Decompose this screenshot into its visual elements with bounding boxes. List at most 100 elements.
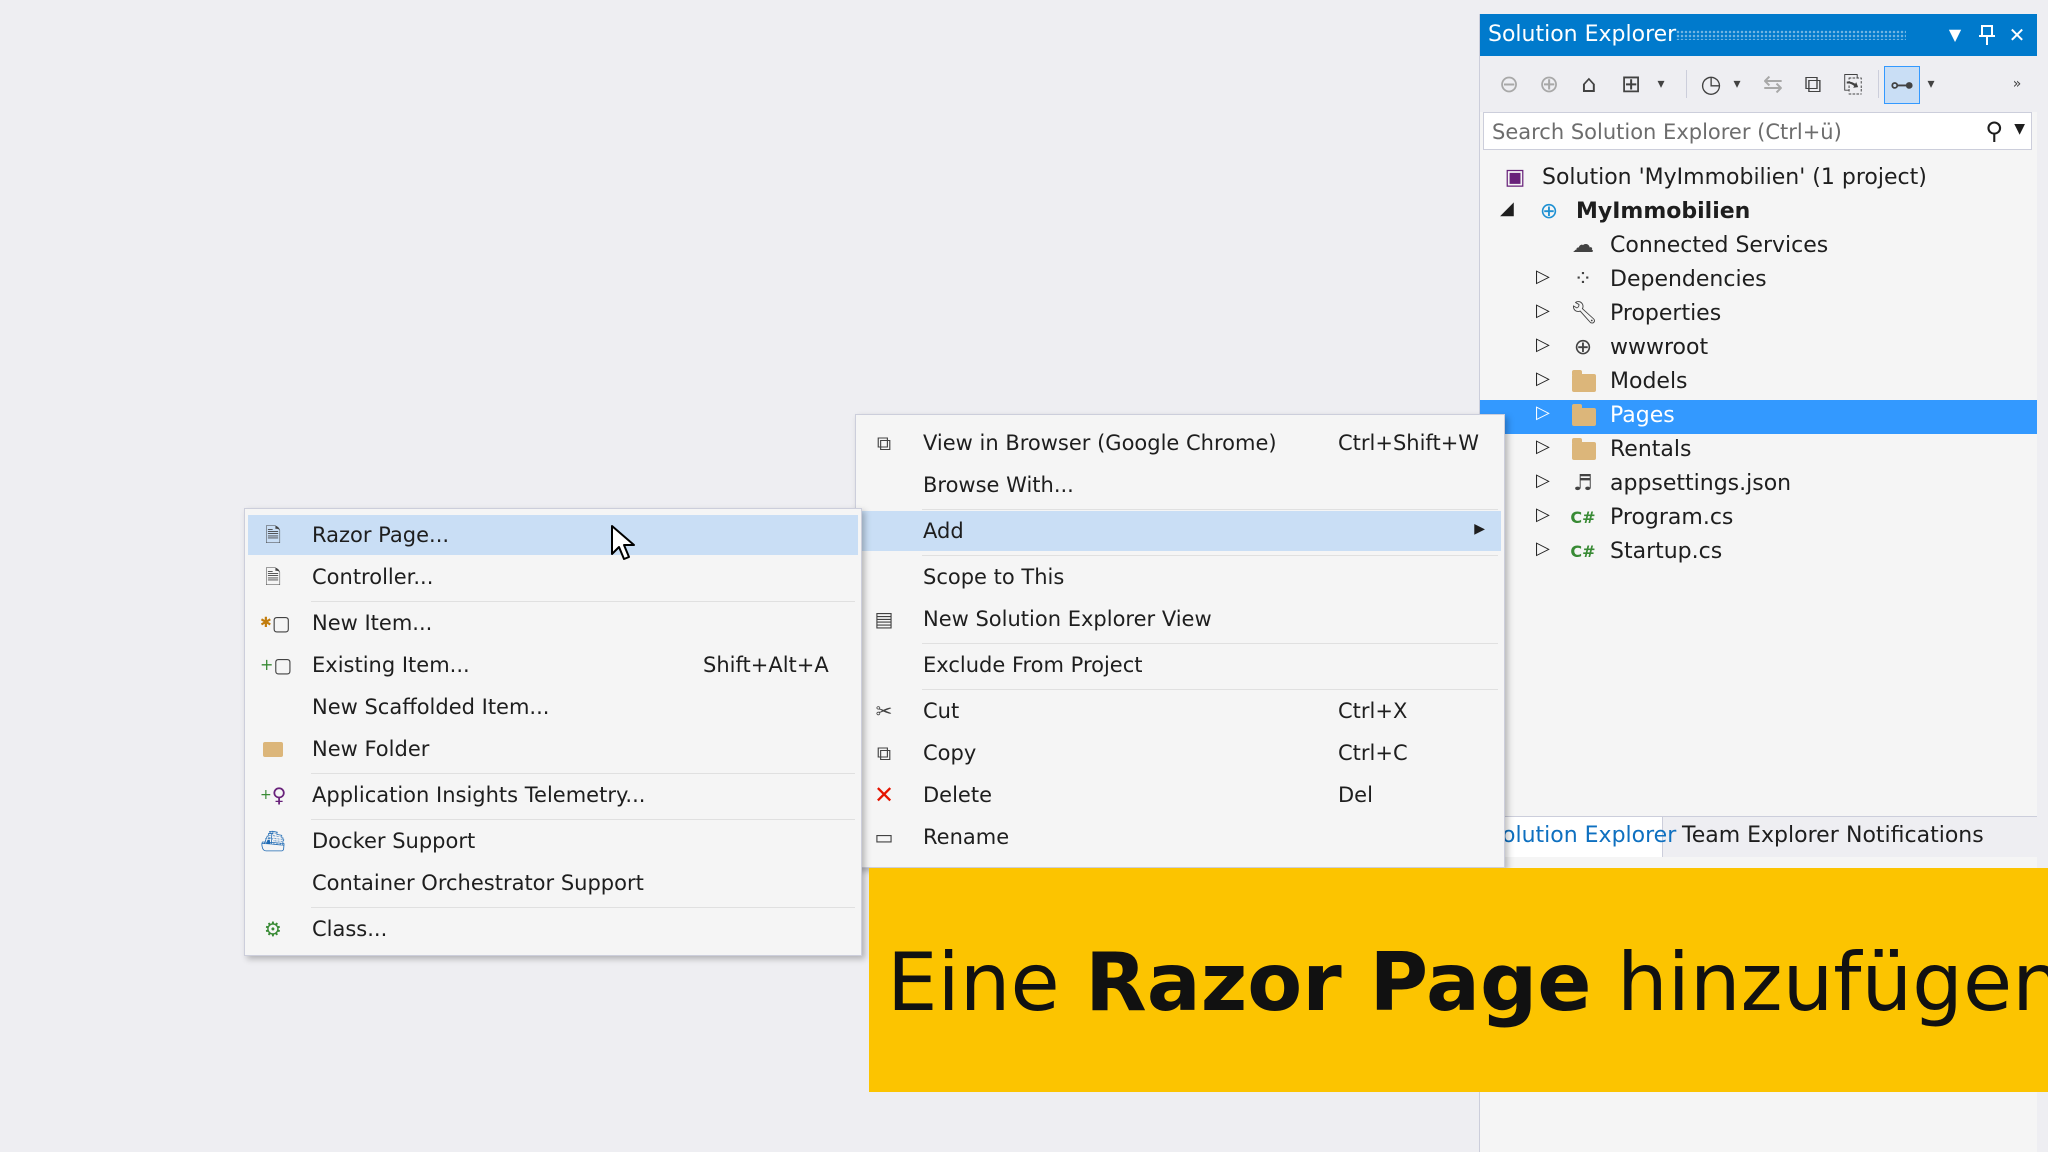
sync-icon[interactable]: ⇆ bbox=[1756, 66, 1790, 102]
menu-item-new-folder[interactable]: New Folder bbox=[248, 729, 858, 769]
menu-item-label: Class... bbox=[312, 917, 388, 941]
menu-item-label: Docker Support bbox=[312, 829, 476, 853]
collapsed-arrow-icon[interactable]: ▷ bbox=[1536, 470, 1550, 491]
docker-icon: ⛴ bbox=[260, 829, 286, 853]
menu-item-scope-to-this[interactable]: Scope to This bbox=[859, 557, 1501, 597]
home-icon[interactable]: ⌂ bbox=[1572, 66, 1606, 102]
tree-item-label: wwwroot bbox=[1610, 335, 1709, 360]
collapsed-arrow-icon[interactable]: ▷ bbox=[1536, 538, 1550, 559]
context-menu: ⧉ View in Browser (Google Chrome) Ctrl+S… bbox=[855, 414, 1505, 868]
search-icon[interactable]: ⚲ bbox=[1985, 117, 2003, 145]
menu-item-shortcut: Ctrl+X bbox=[1338, 699, 1408, 723]
tree-item-properties[interactable]: ▷ 🔧︎ Properties bbox=[1480, 298, 2037, 332]
filter-dropdown-icon[interactable]: ▾ bbox=[1720, 66, 1754, 102]
menu-item-container-orchestrator-support[interactable]: Container Orchestrator Support bbox=[248, 863, 858, 903]
menu-item-add[interactable]: Add ▶ bbox=[859, 511, 1501, 551]
solution-icon: ▣ bbox=[1504, 165, 1526, 190]
menu-item-shortcut: Del bbox=[1338, 783, 1373, 807]
tree-item-label: Models bbox=[1610, 369, 1688, 394]
back-icon[interactable]: ⊖ bbox=[1492, 66, 1526, 102]
new-item-icon: ✱▢ bbox=[260, 611, 291, 635]
caption-text: Eine Razor Page hinzufügen bbox=[887, 936, 2048, 1029]
tab-team-explorer[interactable]: Team Explorer bbox=[1682, 823, 1839, 848]
folder-icon bbox=[1572, 438, 1596, 460]
existing-item-icon: +▢ bbox=[260, 653, 293, 677]
browser-view-icon: ⧉ bbox=[876, 431, 892, 455]
menu-item-application-insights[interactable]: +♀ Application Insights Telemetry... bbox=[248, 775, 858, 815]
folder-icon bbox=[1572, 404, 1596, 426]
overflow-icon[interactable]: » bbox=[2000, 66, 2034, 102]
menu-item-label: Application Insights Telemetry... bbox=[312, 783, 646, 807]
menu-item-shortcut: Ctrl+Shift+W bbox=[1338, 431, 1480, 455]
submenu-arrow-icon: ▶ bbox=[1474, 521, 1485, 537]
tab-notifications[interactable]: Notifications bbox=[1846, 823, 1984, 848]
search-box[interactable]: Search Solution Explorer (Ctrl+ü) ⚲ ▼ bbox=[1483, 112, 2032, 150]
tree-item-project[interactable]: ◢ ⊕ MyImmobilien bbox=[1480, 196, 2037, 230]
tree-item-appsettings[interactable]: ▷ ♬ appsettings.json bbox=[1480, 468, 2037, 502]
menu-item-copy[interactable]: ⧉ Copy Ctrl+C bbox=[859, 733, 1501, 773]
collapsed-arrow-icon[interactable]: ▷ bbox=[1536, 436, 1550, 457]
collapsed-arrow-icon[interactable]: ▷ bbox=[1536, 334, 1550, 355]
menu-item-rename[interactable]: ▭ Rename bbox=[859, 817, 1501, 857]
web-project-icon: ⊕ bbox=[1539, 199, 1559, 224]
tree-item-label: Startup.cs bbox=[1610, 539, 1723, 564]
tree-item-wwwroot[interactable]: ▷ ⊕ wwwroot bbox=[1480, 332, 2037, 366]
collapsed-arrow-icon[interactable]: ▷ bbox=[1536, 368, 1550, 389]
collapsed-arrow-icon[interactable]: ▷ bbox=[1536, 300, 1550, 321]
menu-item-existing-item[interactable]: +▢ Existing Item... Shift+Alt+A bbox=[248, 645, 858, 685]
title-grip[interactable] bbox=[1676, 30, 1906, 40]
tree-item-program-cs[interactable]: ▷ C# Program.cs bbox=[1480, 502, 2037, 536]
menu-item-class[interactable]: ⚙ Class... bbox=[248, 909, 858, 949]
menu-item-new-solution-explorer-view[interactable]: ▤ New Solution Explorer View bbox=[859, 599, 1501, 639]
caption-banner: Eine Razor Page hinzufügen bbox=[869, 868, 2048, 1092]
tab-solution-explorer[interactable]: olution Explorer bbox=[1502, 823, 1676, 848]
json-file-icon: ♬ bbox=[1573, 471, 1593, 496]
razor-page-icon: 🗎︎ bbox=[264, 523, 282, 547]
copy-icon: ⧉ bbox=[876, 741, 892, 765]
menu-item-new-item[interactable]: ✱▢ New Item... bbox=[248, 603, 858, 643]
search-options-dropdown-icon[interactable]: ▼ bbox=[2014, 121, 2025, 137]
tree-item-startup-cs[interactable]: ▷ C# Startup.cs bbox=[1480, 536, 2037, 570]
tree-item-connected-services[interactable]: ☁ Connected Services bbox=[1480, 230, 2037, 264]
pin-icon[interactable] bbox=[1974, 20, 2000, 50]
collapsed-arrow-icon[interactable]: ▷ bbox=[1536, 402, 1550, 423]
menu-item-razor-page[interactable]: 🗎︎ Razor Page... bbox=[248, 515, 858, 555]
menu-item-docker-support[interactable]: ⛴ Docker Support bbox=[248, 821, 858, 861]
menu-item-view-in-browser[interactable]: ⧉ View in Browser (Google Chrome) Ctrl+S… bbox=[859, 423, 1501, 463]
window-position-dropdown-icon[interactable]: ▼ bbox=[1942, 20, 1968, 50]
preview-dropdown-icon[interactable]: ▾ bbox=[1914, 66, 1948, 102]
solution-explorer-titlebar[interactable]: Solution Explorer ▼ ✕ bbox=[1480, 14, 2037, 56]
menu-item-label: New Scaffolded Item... bbox=[312, 695, 550, 719]
menu-item-new-scaffolded-item[interactable]: New Scaffolded Item... bbox=[248, 687, 858, 727]
tree-item-pages[interactable]: ▷ Pages bbox=[1480, 400, 2037, 434]
switch-views-dropdown-icon[interactable]: ▾ bbox=[1644, 66, 1678, 102]
menu-item-label: Rename bbox=[923, 825, 1010, 849]
globe-icon: ⊕ bbox=[1573, 335, 1593, 360]
csharp-file-icon: C# bbox=[1570, 542, 1596, 561]
collapsed-arrow-icon[interactable]: ▷ bbox=[1536, 266, 1550, 287]
tree-item-label: Properties bbox=[1610, 301, 1722, 326]
show-all-files-icon[interactable]: ⎘ bbox=[1836, 66, 1870, 102]
menu-item-label: Cut bbox=[923, 699, 960, 723]
search-input[interactable]: Search Solution Explorer (Ctrl+ü) bbox=[1492, 120, 1842, 144]
forward-icon[interactable]: ⊕ bbox=[1532, 66, 1566, 102]
add-submenu: 🗎︎ Razor Page... 🗎︎ Controller... ✱▢ New… bbox=[244, 508, 862, 956]
menu-item-delete[interactable]: ✕ Delete Del bbox=[859, 775, 1501, 815]
expanded-arrow-icon[interactable]: ◢ bbox=[1500, 198, 1514, 219]
menu-item-browse-with[interactable]: Browse With... bbox=[859, 465, 1501, 505]
tree-item-solution[interactable]: ▣ Solution 'MyImmobilien' (1 project) bbox=[1480, 162, 2037, 196]
close-icon[interactable]: ✕ bbox=[2004, 20, 2030, 50]
menu-item-label: View in Browser (Google Chrome) bbox=[923, 431, 1277, 455]
menu-item-exclude-from-project[interactable]: Exclude From Project bbox=[859, 645, 1501, 685]
collapsed-arrow-icon[interactable]: ▷ bbox=[1536, 504, 1550, 525]
collapse-all-icon[interactable]: ⧉ bbox=[1796, 66, 1830, 102]
switch-views-icon[interactable]: ⊞ bbox=[1614, 66, 1648, 102]
menu-item-controller[interactable]: 🗎︎ Controller... bbox=[248, 557, 858, 597]
menu-item-label: Scope to This bbox=[923, 565, 1065, 589]
menu-item-cut[interactable]: ✂ Cut Ctrl+X bbox=[859, 691, 1501, 731]
tree-item-models[interactable]: ▷ Models bbox=[1480, 366, 2037, 400]
tree-item-dependencies[interactable]: ▷ ⁘ Dependencies bbox=[1480, 264, 2037, 298]
tree-item-rentals[interactable]: ▷ Rentals bbox=[1480, 434, 2037, 468]
dependencies-icon: ⁘ bbox=[1573, 267, 1593, 292]
menu-item-shortcut: Ctrl+C bbox=[1338, 741, 1408, 765]
